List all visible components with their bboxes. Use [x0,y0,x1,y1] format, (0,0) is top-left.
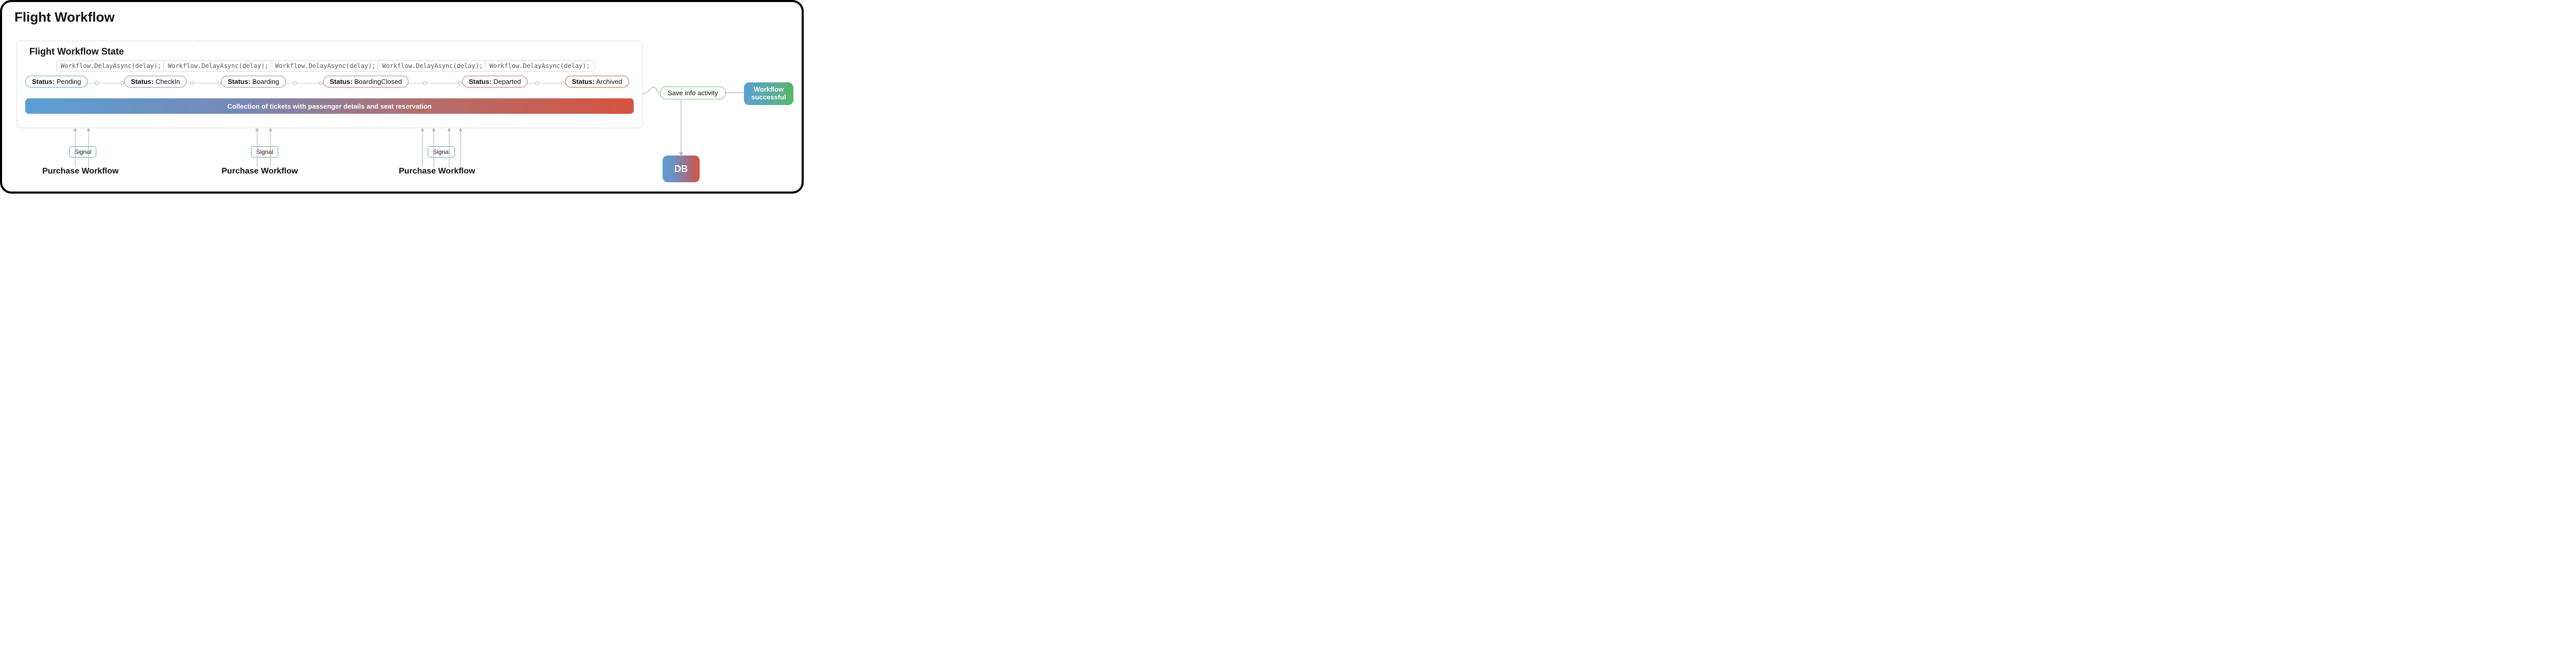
diagram-title: Flight Workflow [14,9,789,25]
workflow-successful: Workflow successful [744,82,793,105]
signal-chip: Signal [251,146,278,158]
purchase-workflow-label: Purchase Workflow [222,167,298,176]
status-boarding: Status: Boarding [221,76,286,88]
status-boardingclosed: Status: BoardingClosed [323,76,409,88]
connector-dot [121,81,124,85]
save-info-activity: Save info activity [660,86,726,99]
purchase-workflow-label: Purchase Workflow [42,167,118,176]
connector-dot [535,81,539,85]
connector-dot [293,81,297,85]
delay-row: Workflow.DelayAsync(delay); Workflow.Del… [56,60,634,74]
connector-dot [561,81,565,85]
delay-chip: Workflow.DelayAsync(delay); [485,60,595,72]
collection-bar: Collection of tickets with passenger det… [25,98,634,114]
status-pending: Status: Pending [25,76,88,88]
delay-chip: Workflow.DelayAsync(delay); [270,60,380,72]
connector-dot [217,81,221,85]
state-box: Flight Workflow State Workflow.DelayAsyn… [16,41,642,128]
connector-dot [190,81,194,85]
connector-dot [423,81,427,85]
purchase-workflow-label: Purchase Workflow [399,167,475,176]
state-title: Flight Workflow State [29,46,634,57]
connector-dot [319,81,323,85]
signal-chip: Signal [428,146,455,158]
delay-chip: Workflow.DelayAsync(delay); [163,60,273,72]
connector-dot [95,81,98,85]
db-box: DB [663,155,700,182]
delay-chip: Workflow.DelayAsync(delay); [56,60,166,72]
signal-chip: Signal [69,146,96,158]
connector-dot [458,81,462,85]
diagram-panel: Flight Workflow Flight Workflow State Wo… [2,2,802,192]
status-checkin: Status: CheckIn [124,76,187,88]
delay-chip: Workflow.DelayAsync(delay); [378,60,487,72]
status-row: Status: Pending Status: CheckIn Status: … [25,76,634,91]
diagram-canvas: Flight Workflow Flight Workflow State Wo… [0,0,804,194]
status-departed: Status: Departed [462,76,528,88]
status-archived: Status: Archived [565,76,629,88]
